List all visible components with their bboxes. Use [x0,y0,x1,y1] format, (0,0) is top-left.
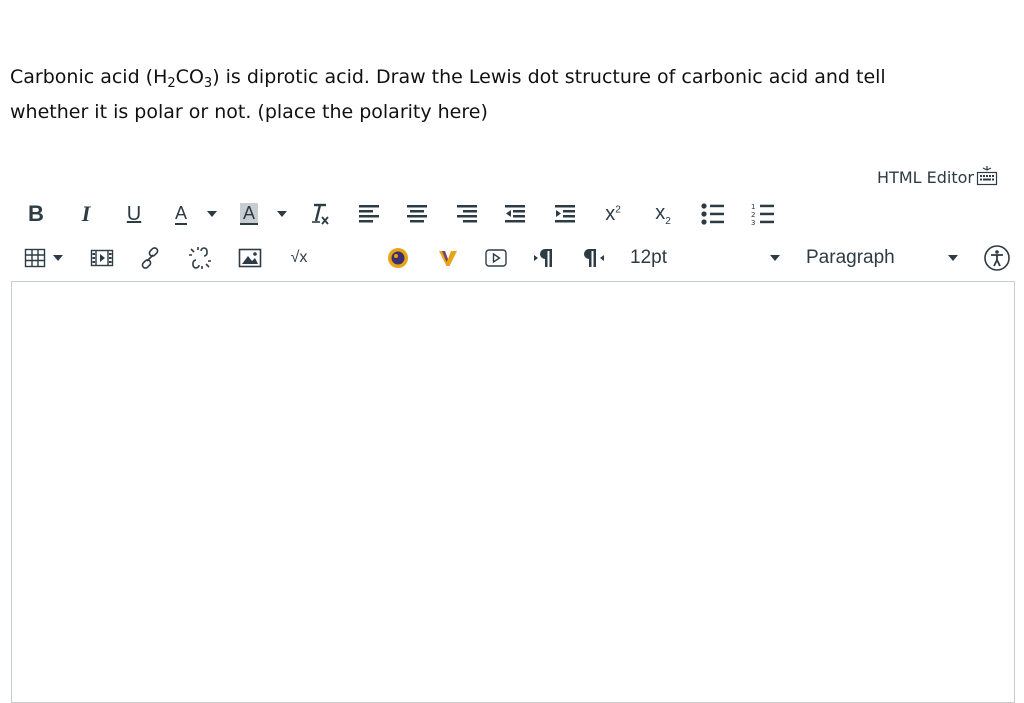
background-color-icon: A [239,203,258,225]
chevron-down-icon [770,255,780,261]
question-text-part1: Carbonic acid (H [10,66,168,88]
toolbar-row-formatting: B I U A A x2 x2 1 2 3 [0,196,1024,232]
table-dropdown[interactable] [50,240,66,276]
equation-button[interactable]: √x [282,240,316,276]
v-tool-button[interactable] [434,240,462,276]
chevron-down-icon [948,255,958,261]
html-editor-link[interactable]: HTML Editor [877,164,998,190]
keyboard-icon [974,164,998,190]
film-icon [90,249,114,267]
ltr-direction-button[interactable] [530,240,558,276]
question-text-line2: whether it is polar or not. (place the p… [10,101,488,123]
accessibility-checker-button[interactable] [982,240,1012,276]
subscript-icon: x2 [655,201,671,227]
unlink-icon [187,246,213,270]
font-size-value: 12pt [630,247,667,268]
equation-icon: √x [290,249,308,266]
clear-formatting-icon [306,201,332,227]
ltr-paragraph-icon [532,247,556,269]
media-player-button[interactable] [482,240,510,276]
background-color-button[interactable]: A [234,196,264,232]
chevron-down-icon [207,211,217,217]
text-color-dropdown[interactable] [204,196,220,232]
svg-text:2: 2 [751,211,755,219]
text-color-button[interactable]: A [166,196,196,232]
bold-button[interactable]: B [24,196,48,232]
toolbar-row-insert: √x 12pt Paragraph [0,240,1024,276]
subscript-2: 2 [167,76,176,91]
image-button[interactable] [236,240,264,276]
link-button[interactable] [136,240,164,276]
indent-button[interactable] [550,196,580,232]
outdent-button[interactable] [500,196,530,232]
table-icon [24,248,46,268]
outdent-icon [503,203,527,225]
underline-button[interactable]: U [122,196,146,232]
question-text-part3: ) is diprotic acid. Draw the Lewis dot s… [212,66,886,88]
align-left-button[interactable] [354,196,384,232]
subscript-3: 3 [203,76,213,91]
svg-text:3: 3 [751,219,755,226]
font-size-dropdown[interactable] [766,240,784,276]
underline-icon: U [126,202,142,225]
image-icon [238,248,262,268]
unlink-button[interactable] [186,240,214,276]
align-left-icon [357,203,381,225]
bullet-list-icon [700,202,726,226]
bold-icon: B [28,201,44,226]
question-text: Carbonic acid (H2CO3) is diprotic acid. … [10,60,1000,130]
subscript-button[interactable]: x2 [648,196,678,232]
block-format-value: Paragraph [806,247,895,268]
numbered-list-icon: 1 2 3 [750,202,776,226]
rich-text-editor-area[interactable] [11,281,1015,703]
rtl-direction-button[interactable] [580,240,608,276]
clear-formatting-button[interactable] [304,196,334,232]
superscript-icon: x2 [605,202,621,225]
text-color-icon: A [174,203,187,225]
play-icon [484,248,508,268]
numbered-list-button[interactable]: 1 2 3 [748,196,778,232]
block-format-dropdown[interactable] [944,240,962,276]
accessibility-icon [983,244,1011,272]
indent-icon [553,203,577,225]
table-button[interactable] [22,240,48,276]
align-center-icon [405,203,429,225]
block-format-select[interactable]: Paragraph [806,240,946,276]
align-right-button[interactable] [452,196,482,232]
italic-icon: I [81,201,91,226]
bullet-list-button[interactable] [698,196,728,232]
font-size-select[interactable]: 12pt [630,240,760,276]
rtl-paragraph-icon [582,247,606,269]
chevron-down-icon [277,211,287,217]
svg-text:1: 1 [751,203,755,211]
html-editor-label: HTML Editor [877,167,974,187]
italic-button[interactable]: I [74,196,98,232]
tool-apps-button[interactable] [384,240,412,276]
chevron-down-icon [53,255,63,261]
media-button[interactable] [88,240,116,276]
v-logo-icon [437,248,459,268]
link-icon [138,246,162,270]
question-text-part2: CO [175,66,204,88]
align-center-button[interactable] [402,196,432,232]
align-right-icon [455,203,479,225]
superscript-button[interactable]: x2 [598,196,628,232]
tool-apps-icon [386,246,410,270]
background-color-dropdown[interactable] [274,196,290,232]
